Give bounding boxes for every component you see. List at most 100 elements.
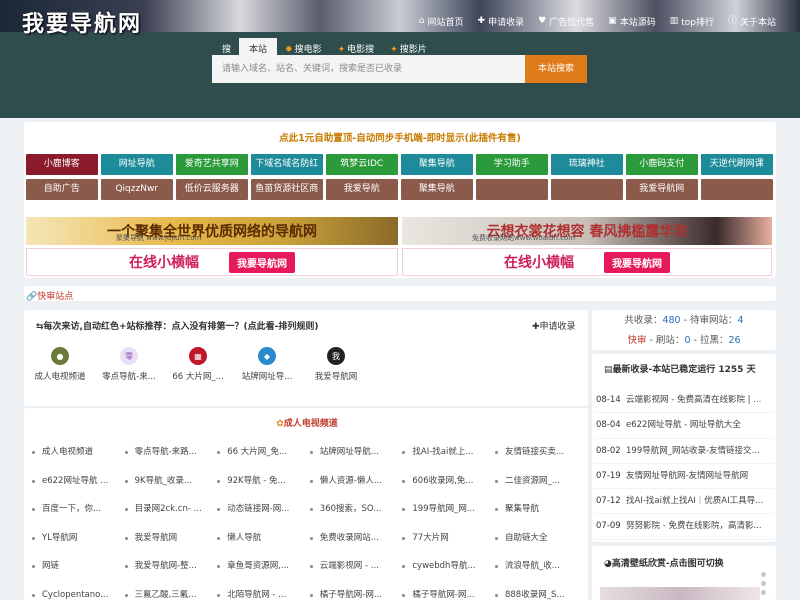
- site-link[interactable]: 三氟乙酸,三氟...: [123, 589, 216, 600]
- quick-label[interactable]: 快审: [627, 335, 646, 346]
- site-link[interactable]: 找AI-找ai就上...: [400, 446, 493, 475]
- search-input[interactable]: 请输入域名、站名、关键词，搜索是否已收录: [212, 55, 525, 83]
- promo-link[interactable]: 爱奇艺共享网: [176, 154, 248, 175]
- site-link[interactable]: Cyclopentano...: [30, 589, 123, 600]
- featured-site-label: 66 大片网_...: [172, 372, 224, 382]
- home-icon: ⌂: [418, 16, 425, 26]
- promo-link[interactable]: 下域名域名防红: [251, 154, 323, 175]
- banner-small-right[interactable]: 在线小横幅 我要导航网: [402, 248, 772, 276]
- site-link[interactable]: 站牌网址导航...: [308, 446, 401, 475]
- site-link[interactable]: 二佳资源网_...: [493, 475, 586, 504]
- dot[interactable]: [761, 590, 766, 595]
- promo-link[interactable]: [551, 179, 623, 200]
- recent-item[interactable]: 08-04 e622网址导航 - 网址导航大全: [594, 413, 774, 439]
- promo-link[interactable]: 我爱导航网: [626, 179, 698, 200]
- site-link[interactable]: 66 大片网_免...: [215, 446, 308, 475]
- site-link[interactable]: 77大片网: [400, 532, 493, 561]
- recommend-heading[interactable]: ⇆每次来访,自动红色+站标推荐：点入没有排第一？(点此看-排列规则): [36, 319, 318, 332]
- promo-link[interactable]: 网址导航: [101, 154, 173, 175]
- site-link[interactable]: 橘子导航网-网...: [308, 589, 401, 600]
- banner-jujidh[interactable]: 一个聚集全世界优质网络的导航网 聚集导航 www.jujidh.com: [26, 217, 398, 245]
- site-link[interactable]: 零点导航-来路...: [123, 446, 216, 475]
- recent-item[interactable]: 07-19 友情网址导航网-友情网址导航网: [594, 464, 774, 490]
- site-link[interactable]: 成人电视频道: [30, 446, 123, 475]
- banner-small-left[interactable]: 在线小横幅 我要导航网: [26, 248, 398, 276]
- promo-link[interactable]: 小鹿博客: [26, 154, 98, 175]
- featured-site[interactable]: 我我爱导航网: [302, 347, 370, 382]
- site-link[interactable]: 我爱导航网-整...: [123, 560, 216, 589]
- site-logo[interactable]: 我要导航网: [22, 6, 142, 38]
- promo-link[interactable]: 自助广告: [26, 179, 98, 200]
- site-link[interactable]: 懒人资源-懒人...: [308, 475, 401, 504]
- site-link[interactable]: 聚集导航: [493, 503, 586, 532]
- apply-label: 申请收录: [539, 322, 576, 332]
- category-title[interactable]: ✿ 成人电视频道: [26, 416, 588, 429]
- site-link[interactable]: 云端影视网 - ...: [308, 560, 401, 589]
- promo-title[interactable]: 点此1元自助置顶-自动同步手机端-即时显示(此插件有售): [26, 130, 774, 144]
- promo-link[interactable]: 鱼苗货源社区商: [251, 179, 323, 200]
- recent-item[interactable]: 08-14 云端影视网 - 免费高清在线影院 | ...: [594, 388, 774, 414]
- site-link[interactable]: 92K导航 - 免...: [215, 475, 308, 504]
- site-link[interactable]: 606收录网,免...: [400, 475, 493, 504]
- nav-item-4[interactable]: ▥ top排行: [670, 15, 714, 29]
- promo-link[interactable]: 琉璃神社: [551, 154, 623, 175]
- banner-woaidh[interactable]: 云想衣裳花想容 春风拂槛露华浓 免费收录网站www.woaidh.com: [402, 217, 772, 245]
- wallpaper-image[interactable]: [600, 587, 760, 600]
- recent-item[interactable]: 07-12 找AI-找ai就上找AI｜优质AI工具导...: [594, 489, 774, 515]
- nav-item-3[interactable]: ▣ 本站源码: [608, 15, 656, 29]
- nav-item-5[interactable]: ⓘ 关于本站: [728, 15, 776, 29]
- featured-site[interactable]: 零零点导航-来...: [95, 347, 163, 382]
- promo-link[interactable]: 聚集导航: [401, 154, 473, 175]
- site-link[interactable]: 友情链接买卖...: [493, 446, 586, 475]
- recommend-heading-text: 每次来访,自动红色+站标推荐：点入没有排第一？(点此看-排列规则): [43, 322, 319, 332]
- site-link[interactable]: 199导航网_网...: [400, 503, 493, 532]
- star-icon: ✦: [390, 45, 398, 55]
- site-link[interactable]: 888收录网_S...: [493, 589, 586, 600]
- dot[interactable]: [761, 572, 766, 577]
- site-link[interactable]: 北陌导航网 - ...: [215, 589, 308, 600]
- site-link[interactable]: 免费收录网站...: [308, 532, 401, 561]
- site-link[interactable]: 橘子导航网-网...: [400, 589, 493, 600]
- site-link[interactable]: 自助链大全: [493, 532, 586, 561]
- featured-site[interactable]: ● 成人电视频道: [26, 347, 94, 382]
- featured-site-label: 站牌网址导...: [241, 372, 293, 382]
- site-link[interactable]: 百度一下，你...: [30, 503, 123, 532]
- site-link[interactable]: 网链: [30, 560, 123, 589]
- site-link[interactable]: e622网址导航 ...: [30, 475, 123, 504]
- site-link[interactable]: 章鱼哥资源网,...: [215, 560, 308, 589]
- featured-site[interactable]: ▦ 66 大片网_...: [164, 347, 232, 382]
- apply-link[interactable]: ✚ 申请收录: [532, 319, 576, 332]
- promo-link[interactable]: [701, 179, 773, 200]
- promo-link[interactable]: 聚集导航: [401, 179, 473, 200]
- site-link[interactable]: YL导航网: [30, 532, 123, 561]
- promo-link[interactable]: 筑梦云IDC: [326, 154, 398, 175]
- site-link[interactable]: 动态链接网-网...: [215, 503, 308, 532]
- site-link[interactable]: 目录网2ck.cn- ...: [123, 503, 216, 532]
- dot[interactable]: [761, 581, 766, 586]
- quick-review-link[interactable]: 🔗快审站点: [26, 289, 73, 302]
- promo-link[interactable]: 我爱导航: [326, 179, 398, 200]
- recent-date: 07-12: [596, 496, 621, 507]
- recent-name: e622网址导航 - 网址导航大全: [626, 420, 741, 431]
- site-link[interactable]: 流浪导航_收...: [493, 560, 586, 589]
- nav-item-2[interactable]: ♥ 广告位代售: [538, 15, 594, 29]
- nav-item-0[interactable]: ⌂ 网站首页: [418, 15, 464, 29]
- promo-link[interactable]: [476, 179, 548, 200]
- recent-item[interactable]: 08-02 199导航网_网站收录-友情链接交...: [594, 439, 774, 464]
- site-link[interactable]: 9K导航_收录...: [123, 475, 216, 504]
- promo-link[interactable]: 学习助手: [476, 154, 548, 175]
- list-icon: ▤: [604, 365, 613, 375]
- nav-item-1[interactable]: ✚ 申请收录: [478, 15, 525, 29]
- site-link[interactable]: 我爱导航网: [123, 532, 216, 561]
- site-link[interactable]: cywebdh导航...: [400, 560, 493, 589]
- promo-link[interactable]: 小鹿码支付: [626, 154, 698, 175]
- promo-link[interactable]: 天逆代刷网课: [701, 154, 773, 175]
- stats: 共收录：480 - 待审网站：4 快审 - 刷站：0 - 拉黑：26: [594, 311, 774, 351]
- promo-link[interactable]: QiqzzNwr: [101, 179, 173, 200]
- recent-item[interactable]: 07-09 努努影院 - 免费在线影院，高清影...: [594, 514, 774, 540]
- promo-link[interactable]: 低价云服务器: [176, 179, 248, 200]
- site-link[interactable]: 360搜索，SO...: [308, 503, 401, 532]
- site-link[interactable]: 懒人导航: [215, 532, 308, 561]
- featured-site[interactable]: ◆ 站牌网址导...: [233, 347, 301, 382]
- search-button[interactable]: 本站搜索: [525, 55, 587, 83]
